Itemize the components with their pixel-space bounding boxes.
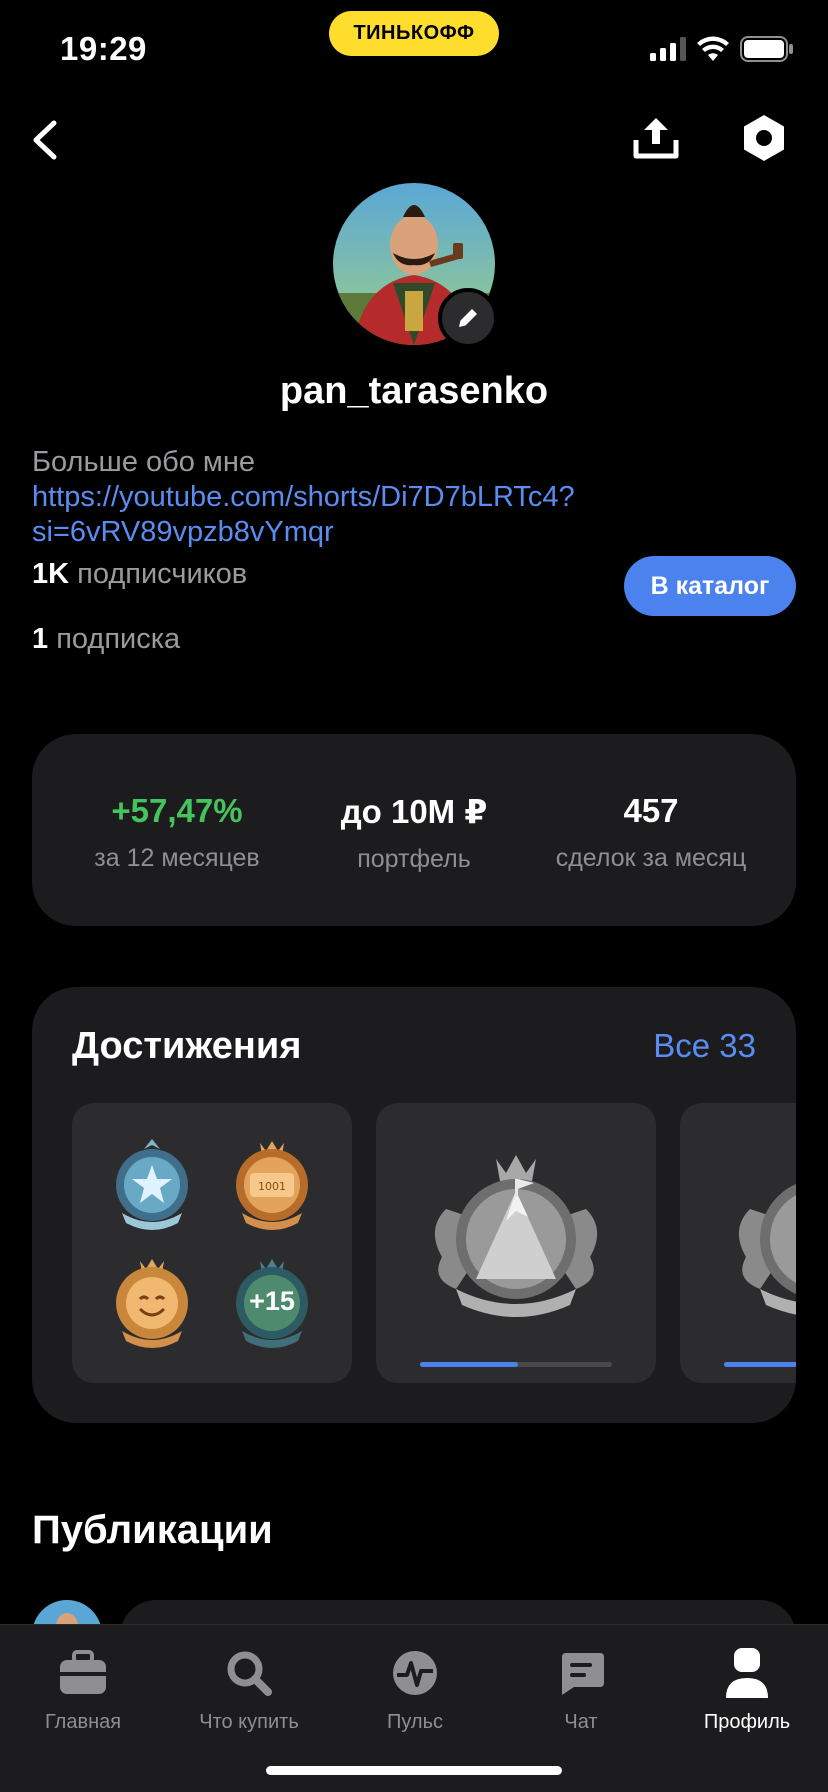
settings-button[interactable] [738,112,790,164]
share-button[interactable] [630,112,682,164]
publications-title: Публикации [32,1508,273,1552]
achievement-tile-partial[interactable] [680,1103,796,1383]
tab-label: Пульс [386,1711,444,1733]
battery-icon [740,36,793,62]
mountain-badge-icon [434,1155,598,1317]
tab-label: Чат [564,1711,598,1733]
status-icons [650,36,794,62]
smile-badge-icon [116,1259,188,1348]
metric-portfolio: до 10M ₽ портфель [294,792,534,874]
following-label: подписка [56,623,181,655]
star-badge-icon [116,1139,188,1230]
search-icon [227,1651,272,1696]
more-badges-count: +15 [249,1285,295,1316]
profile-bio: Больше обо мне https://youtube.com/short… [32,445,802,550]
status-bar: 19:29 ТИНЬКОФФ [0,0,828,100]
profile-username: pan_tarasenko [279,370,549,412]
achievements-all-link[interactable]: Все 33 [653,1027,756,1065]
laurel-badge-icon [738,1184,796,1315]
catalog-button[interactable]: В каталог [624,556,796,616]
share-icon [633,118,679,159]
metric-value: до 10M ₽ [340,793,488,830]
metric-value: 457 [623,792,679,829]
achievement-mountain-tile[interactable] [376,1103,656,1383]
badge-1001-text: 1001 [258,1180,286,1193]
tab-label: Что купить [199,1711,299,1733]
chevron-left-icon [33,120,57,160]
home-indicator [266,1766,562,1775]
achievements-card: Достижения Все 33 1001 +15 [32,987,796,1423]
achievement-collection-tile[interactable]: 1001 +15 [72,1103,352,1383]
settings-hexagon-icon [744,115,784,161]
achievements-title: Достижения [72,1025,302,1067]
bio-link[interactable]: https://youtube.com/shorts/Di7D7bLRTc4?s… [32,481,575,548]
metric-return: +57,47% за 12 месяцев [57,792,297,873]
pulse-icon [393,1651,437,1695]
wifi-icon [697,36,729,61]
tab-home[interactable]: Главная [0,1645,166,1734]
followers-label: подписчиков [77,558,248,590]
tab-chat[interactable]: Чат [498,1645,664,1734]
chat-icon [562,1653,604,1695]
achievement-progress [724,1362,796,1367]
tab-pulse[interactable]: Пульс [332,1645,498,1734]
tab-label: Главная [44,1711,122,1733]
metric-caption: за 12 месяцев [94,844,260,872]
tab-what-to-buy[interactable]: Что купить [166,1645,332,1734]
edit-avatar-button[interactable] [438,288,498,348]
following-stat[interactable]: 1 подписка [32,623,180,656]
metric-caption: сделок за месяц [555,844,747,872]
metrics-card: +57,47% за 12 месяцев до 10M ₽ портфель … [32,734,796,926]
followers-count: 1K [32,558,70,590]
metric-value: +57,47% [111,792,243,829]
followers-stat[interactable]: 1K подписчиков [32,558,247,591]
back-button[interactable] [22,115,72,165]
profile-avatar[interactable] [333,183,498,348]
profile-icon [726,1648,768,1698]
status-time: 19:29 [60,30,147,67]
more-badges: +15 [222,1251,322,1351]
cellular-signal-icon [650,37,686,61]
tab-profile[interactable]: Профиль [664,1645,828,1734]
brand-pill: ТИНЬКОФФ [329,11,499,56]
bio-prefix: Больше обо мне [32,446,256,478]
pencil-icon [459,309,477,327]
tab-label: Профиль [703,1711,791,1733]
briefcase-icon [60,1650,106,1694]
book-badge-icon: 1001 [236,1141,308,1230]
following-count: 1 [32,623,49,655]
metric-trades: 457 сделок за месяц [531,792,771,873]
achievement-progress [420,1362,612,1367]
metric-caption: портфель [357,845,471,873]
